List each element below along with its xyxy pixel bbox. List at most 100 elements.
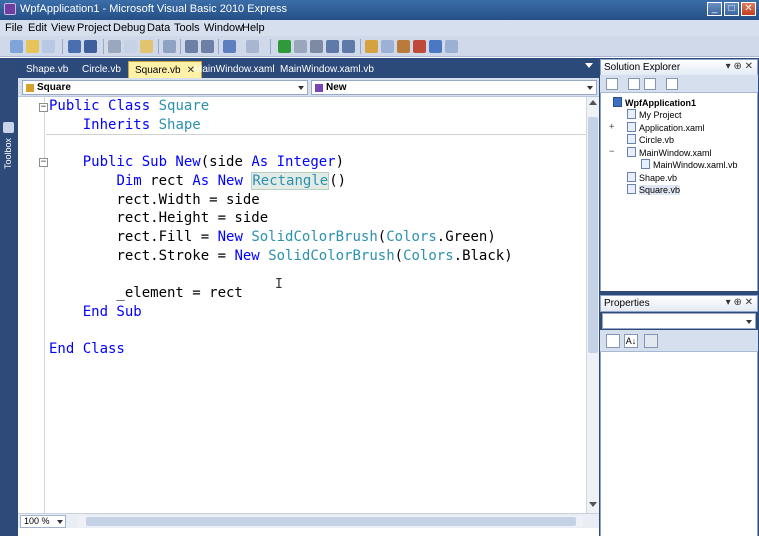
tree-node-project[interactable]: WpfApplication1 [613, 97, 696, 109]
tree-node[interactable]: MainWindow.xaml [627, 147, 712, 159]
start-page-icon[interactable] [445, 40, 458, 53]
toolbar-separator [158, 39, 159, 54]
refresh-icon[interactable] [644, 78, 656, 90]
collapse-sub-icon[interactable]: − [39, 158, 48, 167]
toolbar-separator [180, 39, 181, 54]
undo-icon[interactable] [223, 40, 236, 53]
redo-icon[interactable] [246, 40, 259, 53]
vb-file-icon [627, 184, 636, 194]
solution-explorer-icon[interactable] [365, 40, 378, 53]
menu-bar: File Edit View Project Debug Data Tools … [0, 20, 759, 36]
tab-mainwindow-xaml-vb[interactable]: MainWindow.xaml.vb [274, 61, 380, 78]
properties-icon[interactable] [381, 40, 394, 53]
toolbar-separator [103, 39, 104, 54]
code-line: Dim rect As New Rectangle() [116, 172, 347, 190]
menu-project[interactable]: Project [77, 22, 111, 34]
categorized-icon[interactable] [606, 334, 620, 348]
project-icon [613, 97, 622, 107]
add-item-icon[interactable] [42, 40, 55, 53]
menu-window[interactable]: Window [204, 22, 243, 34]
chevron-down-icon [298, 86, 304, 90]
code-line: rect.Height = side [49, 210, 269, 226]
code-line: End Sub [82, 304, 142, 320]
xaml-file-icon [627, 122, 636, 132]
code-line: Public Class Square [49, 98, 210, 114]
navigation-bar: Square New [18, 78, 599, 97]
class-icon [26, 84, 34, 92]
error-list-icon[interactable] [413, 40, 426, 53]
open-file-icon[interactable] [26, 40, 39, 53]
maximize-button[interactable]: □ [724, 2, 739, 16]
menu-data[interactable]: Data [147, 22, 170, 34]
property-pages-icon[interactable] [644, 334, 658, 348]
toolbox-icon[interactable] [3, 122, 14, 133]
paste-icon[interactable] [140, 40, 153, 53]
collapse-class-icon[interactable]: − [39, 103, 48, 112]
code-line: rect.Stroke = New SolidColorBrush(Colors… [116, 248, 513, 264]
pause-icon[interactable] [294, 40, 307, 53]
uncomment-icon[interactable] [201, 40, 214, 53]
cut-icon[interactable] [108, 40, 121, 53]
object-browser-icon[interactable] [429, 40, 442, 53]
editor-status-bar: 100 % [18, 513, 599, 528]
tab-list-dropdown-icon[interactable] [585, 63, 593, 68]
menu-help[interactable]: Help [242, 22, 265, 34]
menu-tools[interactable]: Tools [174, 22, 200, 34]
tree-node[interactable]: MainWindow.xaml.vb [641, 159, 738, 171]
close-button[interactable]: ✕ [741, 2, 756, 16]
tree-node-selected[interactable]: Square.vb [627, 184, 681, 196]
show-all-files-icon[interactable] [628, 78, 640, 90]
properties-toolbar: A↓ [600, 330, 758, 352]
view-code-icon[interactable] [666, 78, 678, 90]
code-editor[interactable]: − − Public Class Square Inherits Shape P… [18, 97, 599, 513]
alphabetical-icon[interactable]: A↓ [624, 334, 638, 348]
method-name-dropdown[interactable]: New [311, 80, 597, 95]
start-debugging-icon[interactable] [278, 40, 291, 53]
tab-shape-vb[interactable]: Shape.vb [20, 61, 74, 78]
zoom-dropdown[interactable]: 100 % [20, 515, 66, 528]
menu-edit[interactable]: Edit [28, 22, 47, 34]
step-over-icon[interactable] [342, 40, 355, 53]
scroll-up-icon[interactable] [589, 100, 597, 105]
tree-node[interactable]: Shape.vb [627, 172, 677, 184]
expand-icon[interactable]: + [609, 122, 614, 132]
solution-tree: WpfApplication1 My Project + Application… [600, 93, 758, 291]
comment-icon[interactable] [185, 40, 198, 53]
tree-node[interactable]: Circle.vb [627, 134, 674, 146]
menu-debug[interactable]: Debug [113, 22, 145, 34]
menu-file[interactable]: File [5, 22, 23, 34]
tab-mainwindow-xaml[interactable]: MainWindow.xaml [188, 61, 281, 78]
copy-icon[interactable] [124, 40, 137, 53]
stop-icon[interactable] [310, 40, 323, 53]
tree-node[interactable]: Application.xaml [627, 122, 705, 134]
minimize-button[interactable]: _ [707, 2, 722, 16]
toolbar [0, 36, 759, 57]
new-project-icon[interactable] [10, 40, 23, 53]
code-line: Public Sub New(side As Integer) [82, 154, 345, 170]
toolbar-separator [360, 39, 361, 54]
find-icon[interactable] [163, 40, 176, 53]
text-cursor-icon: I [275, 277, 283, 292]
save-all-icon[interactable] [84, 40, 97, 53]
panel-controls[interactable]: ▾ ⊕ ✕ [726, 297, 753, 308]
vertical-scrollbar[interactable] [586, 97, 599, 513]
menu-view[interactable]: View [51, 22, 75, 34]
horizontal-scrollbar[interactable] [78, 516, 583, 527]
scroll-thumb[interactable] [588, 117, 598, 353]
scroll-thumb[interactable] [86, 517, 576, 526]
toolbox-tab[interactable]: Toolbox [3, 138, 13, 169]
properties-icon[interactable] [606, 78, 618, 90]
step-into-icon[interactable] [326, 40, 339, 53]
toolbox-strip: Toolbox [0, 58, 18, 536]
properties-grid [600, 352, 758, 536]
toolbox-icon[interactable] [397, 40, 410, 53]
save-icon[interactable] [68, 40, 81, 53]
panel-controls[interactable]: ▾ ⊕ ✕ [726, 61, 753, 72]
object-dropdown[interactable] [602, 313, 756, 329]
scroll-down-icon[interactable] [589, 502, 597, 507]
tree-node[interactable]: My Project [627, 109, 682, 121]
tab-circle-vb[interactable]: Circle.vb [76, 61, 127, 78]
collapse-icon[interactable]: − [609, 147, 614, 157]
method-icon [315, 84, 323, 92]
class-name-dropdown[interactable]: Square [22, 80, 308, 95]
